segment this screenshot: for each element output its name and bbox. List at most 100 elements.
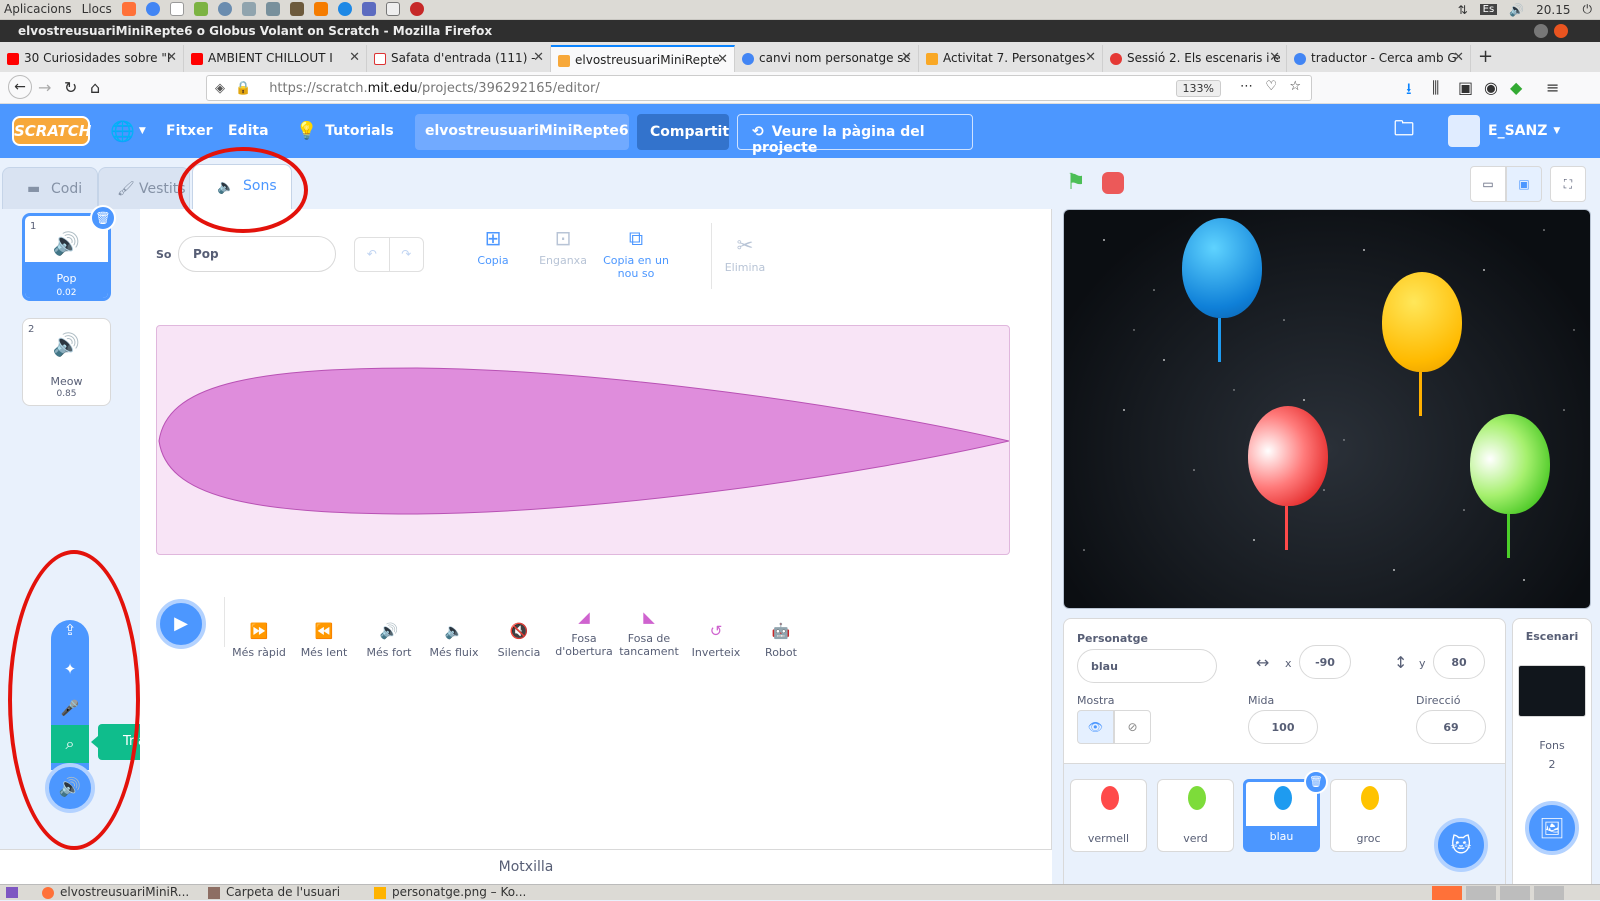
small-stage-button[interactable]: ▭ [1470, 166, 1506, 202]
vlc-launcher-icon[interactable] [313, 2, 328, 16]
copy-to-new-button[interactable]: ⧉ Copia en un nou so [598, 226, 674, 280]
close-tab-icon[interactable]: ✕ [1269, 50, 1280, 65]
app-launcher-icon[interactable] [193, 2, 208, 16]
close-tab-icon[interactable]: ✕ [533, 50, 544, 65]
delete-sound-button[interactable]: 🗑 [90, 205, 116, 231]
workspace-switcher[interactable] [1466, 886, 1496, 900]
close-tab-icon[interactable]: ✕ [717, 52, 728, 67]
size-input[interactable]: 100 [1248, 710, 1318, 744]
copy-button[interactable]: ⊞ Copia [458, 226, 528, 267]
document-launcher-icon[interactable] [169, 2, 184, 16]
sprite-tile[interactable]: vermell [1070, 779, 1147, 852]
delete-button[interactable]: ✂ Elimina [710, 233, 780, 274]
close-tab-icon[interactable]: ✕ [901, 50, 912, 65]
sound-name-input[interactable]: Pop [178, 236, 336, 272]
direction-input[interactable]: 69 [1416, 710, 1486, 744]
sprite-name-input[interactable]: blau [1077, 649, 1217, 683]
y-position-input[interactable]: 80 [1433, 645, 1485, 679]
stop-icon[interactable] [1102, 172, 1124, 194]
lock-icon[interactable]: 🔒 [235, 81, 251, 96]
downloads-icon[interactable]: ⭳ [1406, 78, 1412, 105]
share-button[interactable]: Compartit [637, 114, 729, 150]
url-bar[interactable]: ◈ 🔒 https://scratch. mit.edu/projects/396… [206, 75, 1312, 101]
tool-launcher-icon[interactable] [241, 2, 256, 16]
browser-tab[interactable]: AMBIENT CHILLOUT I ✕ [184, 45, 367, 72]
show-desktop-icon[interactable] [6, 887, 18, 898]
pocket-icon[interactable]: ♡ [1265, 79, 1277, 94]
draw-launcher-icon[interactable] [265, 2, 280, 16]
apps-menu[interactable]: Aplicacions [4, 2, 72, 16]
effect-louder-button[interactable]: 🔊 Més fort [357, 622, 421, 659]
browser-tab-active[interactable]: elvostreusuariMiniRepte ✕ [551, 45, 735, 72]
add-sprite-button[interactable]: 🐱 [1434, 818, 1488, 872]
effect-fade-in-button[interactable]: ◢ Fosa d'obertura [552, 608, 616, 658]
sidebar-icon[interactable]: ▣ [1458, 78, 1473, 97]
minimize-button[interactable] [1534, 24, 1548, 38]
firefox-launcher-icon[interactable] [121, 2, 136, 16]
sprite-tile[interactable]: groc [1330, 779, 1407, 852]
browser-tab[interactable]: Safata d'entrada (111) - ✕ [367, 45, 551, 72]
browser-tab[interactable]: 30 Curiosidades sobre "I ✕ [0, 45, 184, 72]
bookmark-star-icon[interactable]: ☆ [1289, 79, 1301, 94]
power-icon[interactable]: ⏻ [1583, 2, 1593, 17]
see-project-page-button[interactable]: ⟲ Veure la pàgina del projecte [737, 114, 973, 156]
home-icon[interactable]: ⌂ [90, 78, 100, 97]
delete-sprite-button[interactable]: 🗑 [1304, 770, 1328, 794]
extension-icon[interactable]: ◆ [1510, 78, 1522, 97]
keyboard-layout[interactable]: Es [1479, 4, 1498, 15]
workspace-switcher[interactable] [1534, 886, 1564, 900]
zoom-level[interactable]: 133% [1175, 80, 1221, 97]
workspace-switcher[interactable] [1432, 886, 1462, 900]
language-menu[interactable]: 🌐 ▼ [110, 104, 146, 158]
sound-item[interactable]: 2 🔊 Meow 0.85 [22, 318, 111, 406]
paste-button[interactable]: ⊡ Enganxa [528, 226, 598, 267]
tutorials-button[interactable]: 💡 Tutorials [296, 104, 394, 158]
effect-softer-button[interactable]: 🔈 Més fluix [422, 622, 486, 659]
page-actions-icon[interactable]: ⋯ [1240, 79, 1253, 94]
back-icon[interactable]: ← [8, 75, 32, 99]
my-stuff-folder-icon[interactable]: 🗀 [1394, 104, 1414, 158]
workspace-switcher[interactable] [1500, 886, 1530, 900]
green-flag-icon[interactable]: ⚑ [1066, 170, 1086, 195]
network-icon[interactable]: ⇅ [1458, 3, 1468, 17]
library-icon[interactable]: ⫼ [1432, 78, 1439, 98]
hide-sprite-button[interactable]: ⊘ [1114, 710, 1151, 744]
taskbar-item[interactable]: Carpeta de l'usuari [204, 885, 364, 901]
large-stage-button[interactable]: ▣ [1506, 166, 1542, 202]
clock[interactable]: 20.15 [1536, 3, 1570, 17]
close-tab-icon[interactable]: ✕ [166, 50, 177, 65]
browser-tab[interactable]: Sessió 2. Els escenaris i e ✕ [1103, 45, 1287, 72]
reload-icon[interactable]: ↻ [64, 78, 77, 97]
show-sprite-button[interactable]: 👁 [1077, 710, 1114, 744]
file-menu[interactable]: Fitxer [166, 104, 212, 158]
effect-fade-out-button[interactable]: ◣ Fosa de tancament [617, 608, 681, 658]
tab-costumes[interactable]: 🖌 Vestits [98, 167, 190, 209]
effect-robot-button[interactable]: 🤖 Robot [749, 622, 813, 659]
waveform-area[interactable] [156, 325, 1010, 555]
close-window-button[interactable] [1554, 24, 1568, 38]
browser-tab[interactable]: canvi nom personatge sc ✕ [735, 45, 919, 72]
taskbar-item[interactable]: personatge.png – Ko... [370, 885, 530, 901]
tab-code[interactable]: ▬ Codi [2, 167, 98, 209]
fullscreen-button[interactable]: ⛶ [1550, 166, 1586, 202]
pen-launcher-icon[interactable] [361, 2, 376, 16]
screenshot-launcher-icon[interactable] [385, 2, 400, 16]
balloon-blue[interactable] [1182, 218, 1262, 318]
gimp-launcher-icon[interactable] [289, 2, 304, 16]
balloon-green[interactable] [1470, 414, 1550, 514]
effect-mute-button[interactable]: 🔇 Silencia [487, 622, 551, 659]
close-tab-icon[interactable]: ✕ [1085, 50, 1096, 65]
stage-canvas[interactable] [1063, 209, 1591, 609]
scratch-logo[interactable]: SCRATCH [12, 116, 91, 146]
x-position-input[interactable]: -90 [1299, 645, 1351, 679]
effect-faster-button[interactable]: ⏩ Més ràpid [227, 622, 291, 659]
close-tab-icon[interactable]: ✕ [349, 50, 360, 65]
hamburger-menu-icon[interactable]: ≡ [1546, 78, 1559, 97]
backpack-header[interactable]: Motxilla [0, 849, 1052, 884]
close-tab-icon[interactable]: ✕ [1453, 50, 1464, 65]
project-title-input[interactable]: elvostreusuariMiniRepte6 ... [415, 114, 629, 150]
account-icon[interactable]: ◉ [1484, 78, 1498, 97]
new-tab-button[interactable]: + [1478, 46, 1493, 67]
account-menu[interactable]: E_SANZ ▼ [1448, 104, 1560, 158]
globe-launcher-icon[interactable] [217, 2, 232, 16]
